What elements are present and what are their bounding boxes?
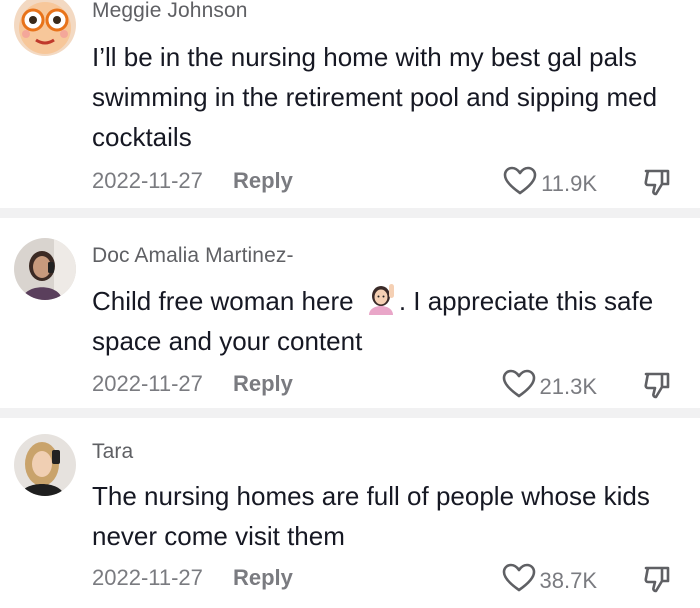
comment-2: Doc Amalia Martinez- Child free woman he… <box>0 218 700 408</box>
comment-date: 2022-11-27 <box>92 168 203 193</box>
comment-meta: 2022-11-27 Reply 38.7K <box>92 563 682 598</box>
comment-text: Child free woman here . I appreciate thi… <box>92 281 677 361</box>
thumbs-down-outline-icon[interactable] <box>642 167 672 197</box>
comment-meta: 2022-11-27 Reply 11.9K <box>92 166 682 201</box>
comment-username[interactable]: Tara <box>92 440 133 464</box>
avatar-amalia[interactable] <box>14 238 76 300</box>
like-button[interactable]: 38.7K <box>502 563 598 598</box>
like-count: 21.3K <box>539 373 598 399</box>
reply-button[interactable]: Reply <box>233 371 293 397</box>
comment-username[interactable]: Meggie Johnson <box>92 0 248 23</box>
thumbs-down-outline-icon[interactable] <box>642 370 672 400</box>
comment-date: 2022-11-27 <box>92 371 203 396</box>
comment-divider <box>0 208 700 218</box>
like-button[interactable]: 11.9K <box>503 166 597 201</box>
comment-text-part: Child free woman here <box>92 286 361 316</box>
like-count: 38.7K <box>539 567 598 593</box>
avatar-meggie[interactable] <box>14 0 76 56</box>
like-count: 11.9K <box>541 170 597 196</box>
comment-3: Tara The nursing homes are full of peopl… <box>0 418 700 608</box>
comment-date: 2022-11-27 <box>92 565 203 590</box>
heart-outline-icon <box>502 369 536 404</box>
comment-username[interactable]: Doc Amalia Martinez- <box>92 244 294 268</box>
reply-button[interactable]: Reply <box>233 565 293 591</box>
raising-hand-emoji-icon <box>363 281 399 317</box>
reply-button[interactable]: Reply <box>233 168 293 194</box>
like-button[interactable]: 21.3K <box>502 369 598 404</box>
comment-text: I’ll be in the nursing home with my best… <box>92 42 658 152</box>
comment-1: Meggie Johnson I’ll be in the nursing ho… <box>0 0 700 208</box>
avatar-tara[interactable] <box>14 434 76 496</box>
comment-divider <box>0 408 700 418</box>
comment-text: The nursing homes are full of people who… <box>92 481 650 551</box>
thumbs-down-outline-icon[interactable] <box>642 564 672 594</box>
comment-meta: 2022-11-27 Reply 21.3K <box>92 369 682 404</box>
heart-outline-icon <box>502 563 536 598</box>
heart-outline-icon <box>503 166 537 201</box>
